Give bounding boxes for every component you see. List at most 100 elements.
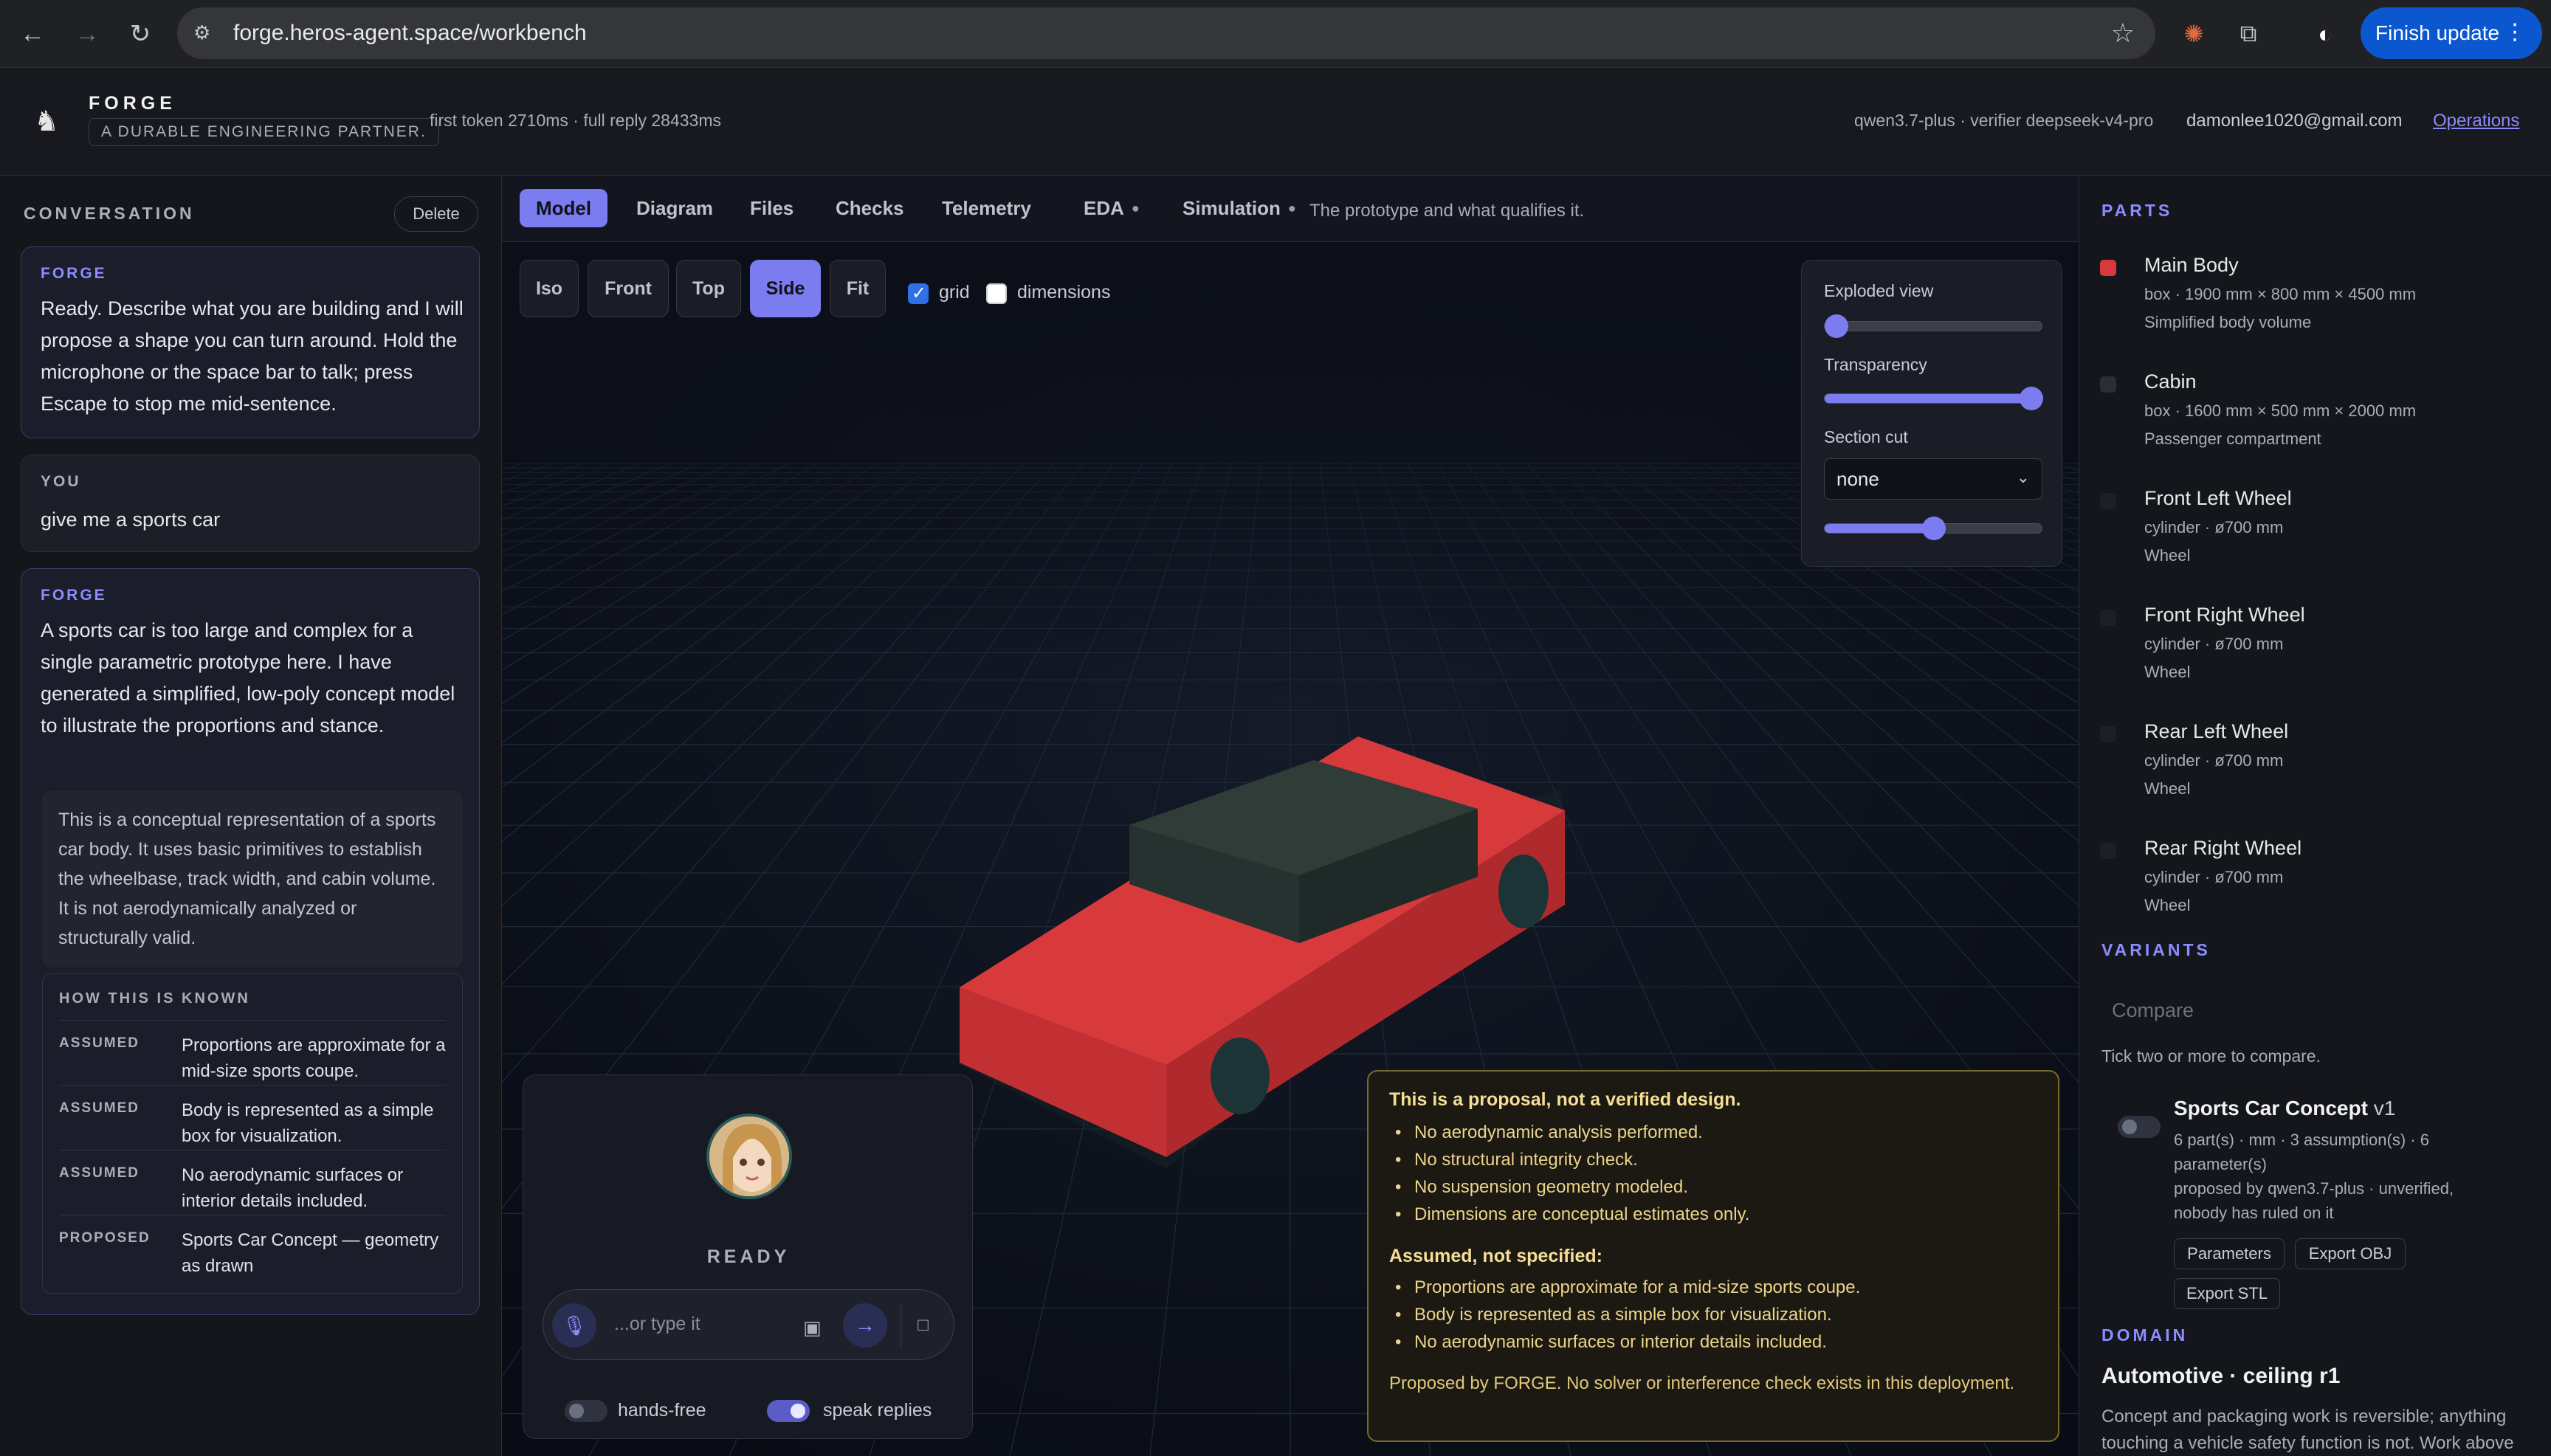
assumed-item: Body is represented as a simple box for … xyxy=(1389,1301,1860,1328)
tab-model[interactable]: Model xyxy=(520,189,608,227)
view-front-button[interactable]: Front xyxy=(588,260,669,317)
profile-avatar-icon[interactable]: ◐ xyxy=(2307,16,2343,52)
slider-knob[interactable] xyxy=(1825,314,1848,338)
model-info: qwen3.7-plus · verifier deepseek-v4-pro xyxy=(1854,111,2154,130)
user-email: damonlee1020@gmail.com xyxy=(2186,111,2403,131)
voice-panel: READY 🎙 ...or type it ▣ → □ hands-free s… xyxy=(523,1074,973,1439)
microphone-button[interactable]: 🎙 xyxy=(552,1303,596,1348)
browser-chrome: ← → ↻ ⚙ forge.heros-agent.space/workbenc… xyxy=(0,0,2551,68)
exploded-slider[interactable] xyxy=(1824,314,2042,338)
tab-telemetry[interactable]: Telemetry xyxy=(926,189,1047,227)
stop-icon: □ xyxy=(918,1315,929,1335)
tab-files[interactable]: Files xyxy=(734,189,810,227)
known-tag: ASSUMED xyxy=(59,1165,140,1181)
known-text: Sports Car Concept — geometry as drawn xyxy=(182,1230,439,1276)
grid-checkbox[interactable] xyxy=(908,283,929,304)
known-text: Proportions are approximate for a mid-si… xyxy=(182,1035,446,1081)
assumed-item: No aerodynamic surfaces or interior deta… xyxy=(1389,1328,1860,1356)
voice-status: READY xyxy=(706,1246,791,1267)
tab-eda[interactable]: EDA ● xyxy=(1067,189,1156,227)
part-color-swatch xyxy=(2100,376,2116,393)
grid-label: grid xyxy=(939,282,970,303)
assistant-avatar xyxy=(706,1114,792,1199)
user-message: YOU give me a sports car xyxy=(21,455,480,552)
attach-image-icon[interactable]: ▣ xyxy=(803,1317,825,1339)
extension-burst-icon[interactable]: ✺ xyxy=(2176,16,2211,52)
part-item[interactable]: Rear Left Wheel cylinder · ø700 mm Wheel xyxy=(2100,720,2535,809)
slider-knob[interactable] xyxy=(2020,387,2043,410)
conversation-panel: CONVERSATION Delete FORGE Ready. Describ… xyxy=(0,176,502,1456)
compare-hint: Tick two or more to compare. xyxy=(2101,1046,2321,1066)
message-input[interactable]: ...or type it xyxy=(614,1314,700,1335)
part-name: Front Left Wheel xyxy=(2144,487,2292,509)
proposal-title: This is a proposal, not a verified desig… xyxy=(1389,1089,1741,1110)
reload-icon[interactable]: ↻ xyxy=(123,16,158,52)
tab-diagram[interactable]: Diagram xyxy=(620,189,729,227)
part-dimensions: cylinder · ø700 mm xyxy=(2144,868,2284,886)
bookmark-star-icon[interactable]: ☆ xyxy=(2111,18,2135,49)
part-item[interactable]: Rear Right Wheel cylinder · ø700 mm Whee… xyxy=(2100,837,2535,925)
avatar-portrait xyxy=(709,1117,789,1196)
part-item[interactable]: Front Left Wheel cylinder · ø700 mm Whee… xyxy=(2100,487,2535,576)
part-item[interactable]: Cabin box · 1600 mm × 500 mm × 2000 mm P… xyxy=(2100,370,2535,459)
variant-title: Sports Car Concept xyxy=(2174,1097,2368,1119)
part-name: Rear Left Wheel xyxy=(2144,720,2289,742)
workbench-area: Model Diagram Files Checks Telemetry EDA… xyxy=(502,176,2079,1456)
domain-name: Automotive · ceiling r1 xyxy=(2101,1364,2341,1388)
section-cut-select[interactable]: none ⌄ xyxy=(1824,458,2042,500)
message-sender: FORGE xyxy=(41,587,107,604)
proposal-item: No aerodynamic analysis performed. xyxy=(1389,1119,1749,1146)
toggle-knob xyxy=(791,1404,805,1418)
part-dimensions: cylinder · ø700 mm xyxy=(2144,518,2284,536)
compare-input[interactable]: Compare xyxy=(2112,999,2194,1022)
forge-message: FORGE A sports car is too large and comp… xyxy=(21,568,480,1315)
toggle-knob xyxy=(569,1404,584,1418)
variants-title: VARIANTS xyxy=(2101,940,2211,959)
stop-button[interactable]: □ xyxy=(901,1303,945,1348)
assumed-title: Assumed, not specified: xyxy=(1389,1246,1602,1266)
message-text: Ready. Describe what you are building an… xyxy=(41,297,464,415)
tab-label: Telemetry xyxy=(942,196,1031,219)
extensions-puzzle-icon[interactable]: ⧉ xyxy=(2231,16,2266,52)
hands-free-toggle[interactable] xyxy=(565,1400,607,1422)
forward-icon[interactable]: → xyxy=(69,16,105,52)
more-vert-icon[interactable]: ⋮ xyxy=(2504,19,2526,45)
known-row: ASSUMED Proportions are approximate for … xyxy=(59,1020,446,1085)
known-text: Body is represented as a simple box for … xyxy=(182,1100,434,1146)
finish-update-button[interactable]: Finish update ⋮ xyxy=(2361,7,2542,59)
tab-label: EDA xyxy=(1084,196,1124,219)
back-icon[interactable]: ← xyxy=(15,16,50,52)
address-bar[interactable]: ⚙ forge.heros-agent.space/workbench ☆ xyxy=(177,7,2155,59)
slider-knob[interactable] xyxy=(1922,517,1946,540)
delete-button[interactable]: Delete xyxy=(394,196,478,232)
transparency-slider[interactable] xyxy=(1824,387,2043,410)
app-header: ♞ FORGE A DURABLE ENGINEERING PARTNER. f… xyxy=(0,68,2551,176)
view-top-button[interactable]: Top xyxy=(676,260,741,317)
view-iso-button[interactable]: Iso xyxy=(520,260,579,317)
section-position-slider[interactable] xyxy=(1824,517,2042,540)
dimensions-checkbox[interactable] xyxy=(986,283,1007,304)
part-item[interactable]: Main Body box · 1900 mm × 800 mm × 4500 … xyxy=(2100,254,2535,342)
speak-replies-label: speak replies xyxy=(823,1400,932,1421)
view-fit-button[interactable]: Fit xyxy=(830,260,886,317)
site-settings-icon[interactable]: ⚙ xyxy=(193,21,217,45)
part-description: Wheel xyxy=(2144,546,2191,565)
export-stl-button[interactable]: Export STL xyxy=(2174,1278,2280,1309)
part-item[interactable]: Front Right Wheel cylinder · ø700 mm Whe… xyxy=(2100,604,2535,692)
front-wheel xyxy=(1211,1038,1270,1114)
proposal-item: Dimensions are conceptual estimates only… xyxy=(1389,1201,1749,1228)
timing-info: first token 2710ms · full reply 28433ms xyxy=(430,111,722,130)
hands-free-label: hands-free xyxy=(618,1400,706,1421)
url-text[interactable]: forge.heros-agent.space/workbench xyxy=(233,21,587,46)
operations-link[interactable]: Operations xyxy=(2433,111,2519,131)
view-side-button[interactable]: Side xyxy=(750,260,821,317)
caveat-note: This is a conceptual representation of a… xyxy=(42,790,463,967)
export-obj-button[interactable]: Export OBJ xyxy=(2295,1238,2406,1269)
known-title: HOW THIS IS KNOWN xyxy=(59,990,250,1007)
tab-checks[interactable]: Checks xyxy=(819,189,920,227)
send-button[interactable]: → xyxy=(843,1303,887,1348)
tab-simulation[interactable]: Simulation ● xyxy=(1166,189,1312,227)
parameters-button[interactable]: Parameters xyxy=(2174,1238,2285,1269)
variant-select-toggle[interactable] xyxy=(2118,1116,2161,1138)
speak-replies-toggle[interactable] xyxy=(767,1400,810,1422)
